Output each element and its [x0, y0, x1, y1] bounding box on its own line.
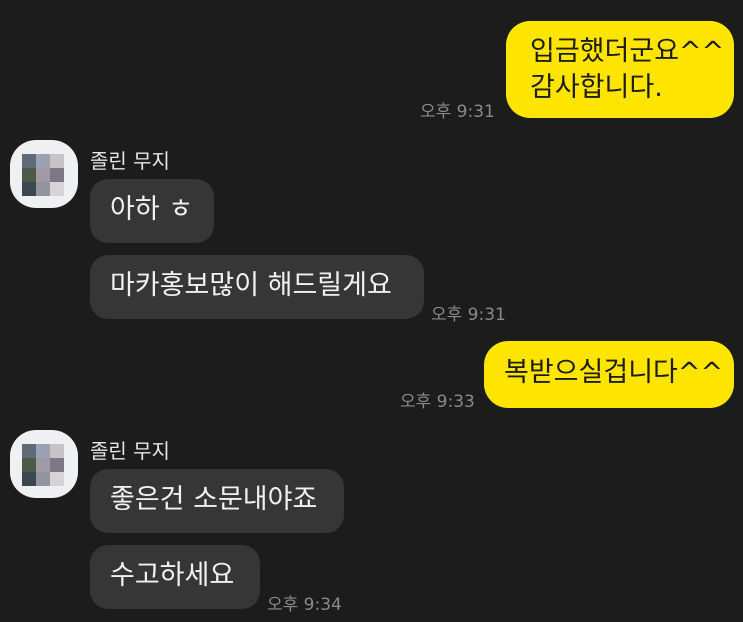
received-message-bubble[interactable]: 수고하세요	[90, 545, 260, 609]
message-text: 마카홍보많이 해드릴게요	[110, 270, 392, 301]
message-timestamp: 오후 9:33	[400, 392, 475, 412]
message-text: 복받으실겁니다^^	[504, 357, 724, 388]
sent-message-bubble[interactable]: 입금했더군요^^ 감사합니다.	[506, 21, 734, 118]
message-text: 수고하세요	[110, 560, 235, 591]
profile-avatar-icon[interactable]	[10, 430, 78, 498]
received-message-bubble[interactable]: 좋은건 소문내야죠	[90, 469, 344, 533]
message-timestamp: 오후 9:34	[267, 595, 342, 615]
profile-avatar-icon[interactable]	[10, 140, 78, 208]
sent-message-bubble[interactable]: 복받으실겁니다^^	[484, 341, 734, 408]
message-timestamp: 오후 9:31	[431, 305, 506, 325]
message-text-line: 감사합니다.	[530, 72, 663, 103]
message-timestamp: 오후 9:31	[420, 102, 495, 122]
received-message-bubble[interactable]: 아하 ㅎ	[90, 179, 214, 243]
sender-name: 졸린 무지	[90, 439, 170, 463]
received-message-bubble[interactable]: 마카홍보많이 해드릴게요	[90, 255, 424, 319]
message-text: 좋은건 소문내야죠	[110, 484, 318, 515]
message-text: 아하 ㅎ	[110, 194, 194, 225]
sender-name: 졸린 무지	[90, 149, 170, 173]
message-text-line: 입금했더군요^^	[530, 36, 725, 67]
